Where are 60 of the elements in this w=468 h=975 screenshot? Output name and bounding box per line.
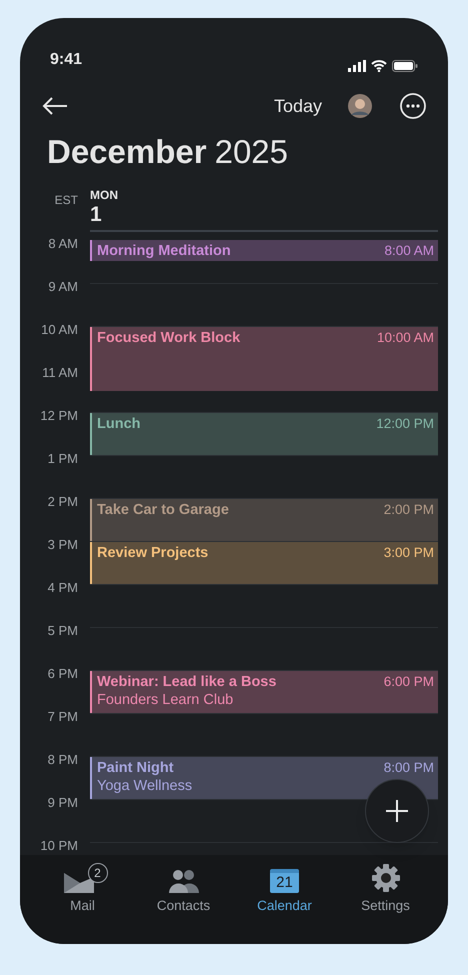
tab-bar-item[interactable]: Settings bbox=[346, 865, 426, 916]
tab-bar-item[interactable]: 2 Mail bbox=[42, 865, 122, 916]
hour-label: 9 AM bbox=[48, 279, 78, 294]
event-title: Morning Meditation bbox=[97, 242, 231, 260]
event-block[interactable]: Focused Work Block 10:00 AM bbox=[90, 327, 438, 390]
unread-badge: 2 bbox=[88, 863, 108, 883]
timezone-label: EST bbox=[54, 193, 78, 207]
event-block[interactable]: Lunch 12:00 PM bbox=[90, 413, 438, 455]
event-block[interactable]: Morning Meditation 8:00 AM bbox=[90, 240, 438, 260]
event-title: Paint Night bbox=[97, 759, 174, 777]
event-block[interactable]: Review Projects 3:00 PM bbox=[90, 542, 438, 584]
hour-label: 2 PM bbox=[48, 494, 78, 509]
event-organizer: Yoga Wellness bbox=[97, 777, 194, 796]
event-block[interactable]: Webinar: Lead like a Boss 6:00 PM Founders Learn Club bbox=[90, 671, 438, 713]
hour-label: 10 PM bbox=[40, 838, 78, 853]
event-time: 3:00 PM bbox=[384, 544, 434, 562]
year-title: 2025 bbox=[214, 132, 288, 172]
hour-label: 11 AM bbox=[42, 365, 78, 380]
hour-label: 4 PM bbox=[48, 580, 78, 595]
event-organizer: Founders Learn Club bbox=[97, 691, 234, 710]
back-button[interactable] bbox=[42, 96, 68, 116]
event-block[interactable]: Take Car to Garage 2:00 PM bbox=[90, 499, 438, 541]
event-time: 8:00 AM bbox=[384, 242, 434, 260]
event-time: 10:00 AM bbox=[376, 329, 434, 347]
signal-icon bbox=[348, 60, 366, 72]
hour-label: 7 PM bbox=[48, 709, 78, 724]
event-title: Take Car to Garage bbox=[97, 501, 229, 519]
calendar-icon: 21 bbox=[270, 869, 299, 893]
more-icon[interactable] bbox=[400, 93, 426, 119]
hour-label: 9 PM bbox=[48, 795, 78, 810]
people-icon bbox=[168, 869, 198, 893]
month-title: December bbox=[47, 132, 207, 172]
avatar-icon[interactable] bbox=[348, 94, 372, 118]
battery-icon bbox=[392, 60, 418, 72]
event-title: Webinar: Lead like a Boss bbox=[97, 673, 276, 691]
event-time: 12:00 PM bbox=[376, 415, 434, 433]
event-block[interactable]: Paint Night 8:00 PM Yoga Wellness bbox=[90, 757, 438, 799]
event-title: Focused Work Block bbox=[97, 329, 240, 347]
event-title: Lunch bbox=[97, 415, 140, 433]
event-time: 8:00 PM bbox=[384, 759, 434, 777]
hour-label: 10 AM bbox=[41, 322, 78, 337]
status-time: 9:41 bbox=[50, 50, 82, 70]
hour-label: 8 AM bbox=[48, 236, 78, 251]
hour-label: 5 PM bbox=[48, 623, 78, 638]
settings-icon bbox=[370, 863, 400, 893]
wifi-icon bbox=[371, 60, 387, 72]
event-time: 6:00 PM bbox=[384, 673, 434, 691]
event-title: Review Projects bbox=[97, 544, 208, 562]
day-number: 1 bbox=[90, 202, 103, 228]
hour-label: 8 PM bbox=[48, 752, 78, 767]
hour-label: 3 PM bbox=[48, 537, 78, 552]
hour-label: 6 PM bbox=[48, 666, 78, 681]
tab-bar-item[interactable]: 21 Calendar bbox=[244, 865, 324, 916]
today-button[interactable]: Today bbox=[274, 92, 322, 120]
hour-label: 12 PM bbox=[40, 408, 78, 423]
plus-icon bbox=[385, 799, 409, 823]
hour-label: 1 PM bbox=[48, 451, 78, 466]
event-time: 2:00 PM bbox=[384, 501, 434, 519]
weekday-label: MON bbox=[90, 188, 118, 202]
tab-bar-item[interactable]: Contacts bbox=[144, 865, 224, 916]
